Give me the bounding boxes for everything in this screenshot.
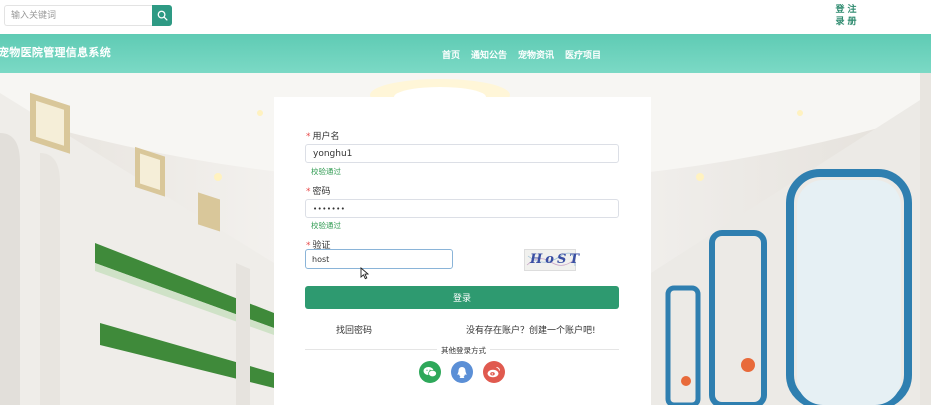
search-bar xyxy=(4,5,172,26)
register-link-char-2[interactable]: 册 xyxy=(846,17,858,28)
login-link-char-1[interactable]: 登 xyxy=(834,5,846,16)
search-button[interactable] xyxy=(152,5,172,26)
weibo-icon xyxy=(487,367,500,378)
username-label-text: 用户名 xyxy=(312,132,340,142)
search-icon xyxy=(157,10,168,21)
register-account-link[interactable]: 没有存在账户？创建一个账户吧! xyxy=(466,323,596,336)
nav-item-home[interactable]: 首页 xyxy=(442,48,460,61)
password-value: ••••••• xyxy=(313,204,346,213)
password-label-text: 密码 xyxy=(312,187,331,197)
captcha-value: host xyxy=(312,254,330,264)
login-button[interactable]: 登录 xyxy=(305,286,619,309)
register-link-char-1[interactable]: 注 xyxy=(846,5,858,16)
required-mark: * xyxy=(306,187,311,197)
auth-links: 登 注 录 册 xyxy=(834,5,858,28)
username-label: * 用户名 xyxy=(306,129,340,142)
login-button-label: 登录 xyxy=(452,294,471,304)
site-title: 宠物医院管理信息系统 xyxy=(0,46,111,59)
site-header: 宠物医院管理信息系统 首页 通知公告 宠物资讯 医疗项目 xyxy=(0,34,931,73)
password-input[interactable]: ••••••• xyxy=(305,199,619,218)
main-nav: 首页 通知公告 宠物资讯 医疗项目 xyxy=(442,48,601,61)
mouse-cursor-icon xyxy=(360,267,369,280)
nav-item-notices[interactable]: 通知公告 xyxy=(471,48,507,61)
login-link-char-2[interactable]: 录 xyxy=(834,17,846,28)
required-mark: * xyxy=(306,132,311,142)
qq-icon xyxy=(457,366,467,378)
username-input[interactable]: yonghu1 xyxy=(305,144,619,163)
qq-login-button[interactable] xyxy=(451,361,473,383)
wechat-icon xyxy=(423,367,437,378)
nav-item-medical[interactable]: 医疗项目 xyxy=(565,48,601,61)
captcha-image[interactable]: HoST xyxy=(524,249,579,271)
captcha-image-text: HoST xyxy=(530,252,583,267)
username-validation: 校验通过 xyxy=(311,167,341,176)
username-value: yonghu1 xyxy=(313,148,353,159)
password-label: * 密码 xyxy=(306,184,331,197)
password-validation: 校验通过 xyxy=(311,221,341,230)
wechat-login-button[interactable] xyxy=(419,361,441,383)
captcha-input[interactable]: host xyxy=(305,249,453,269)
forgot-password-link[interactable]: 找回密码 xyxy=(336,323,372,336)
weibo-login-button[interactable] xyxy=(483,361,505,383)
nav-item-pet-news[interactable]: 宠物资讯 xyxy=(518,48,554,61)
search-input[interactable] xyxy=(4,5,152,26)
top-bar: 登 注 录 册 xyxy=(0,0,931,34)
other-login-label: 其他登录方式 xyxy=(437,345,490,356)
